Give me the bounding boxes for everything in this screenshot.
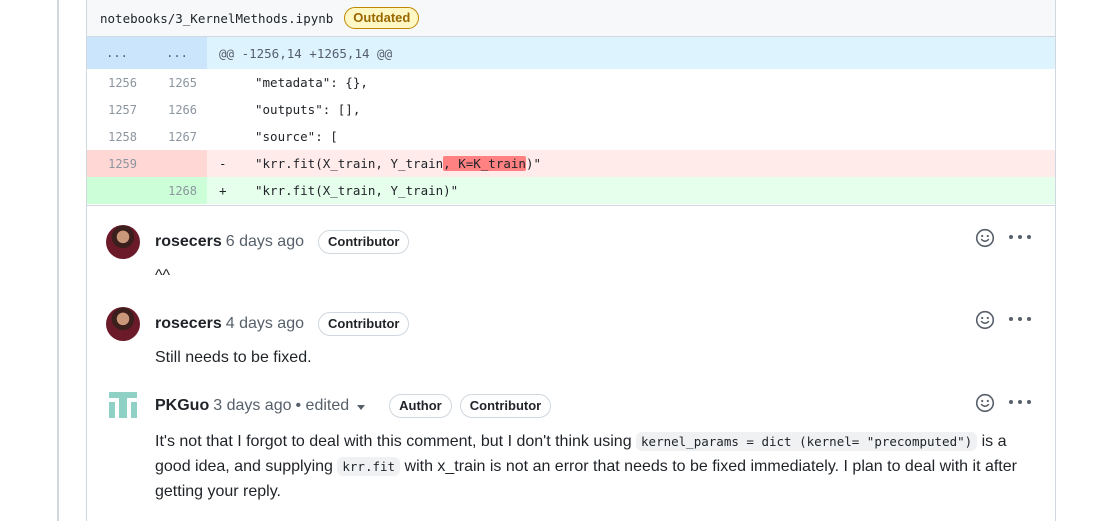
comment-body: Still needs to be fixed. <box>155 349 312 366</box>
comment-author[interactable]: rosecers <box>155 315 222 333</box>
contributor-label: Contributor <box>318 230 410 254</box>
old-line-number[interactable]: 1259 <box>87 150 147 177</box>
expand-new-lines[interactable]: ... <box>147 37 207 69</box>
old-line-number[interactable]: 1257 <box>87 96 147 123</box>
contributor-label: Contributor <box>318 312 410 336</box>
contributor-label: Contributor <box>459 394 552 418</box>
edited-label: • edited <box>295 397 350 414</box>
smiley-icon[interactable] <box>975 310 995 330</box>
old-line-number[interactable]: 1256 <box>87 69 147 96</box>
review-comment: rosecers 4 days ago Contributor Still ne… <box>87 288 1055 374</box>
avatar[interactable] <box>106 307 140 341</box>
old-line-number <box>87 177 147 204</box>
line-code-tail: )" <box>525 156 542 171</box>
smiley-icon[interactable] <box>975 228 995 248</box>
deletion-sign: - <box>219 156 227 171</box>
comment-body: It's not that I forgot to deal with this… <box>155 429 1035 504</box>
new-line-number[interactable]: 1267 <box>147 123 207 150</box>
line-code: "krr.fit(X_train, Y_train <box>255 156 444 171</box>
outdated-badge: Outdated <box>344 7 420 29</box>
diff-line: 1257 1266 "outputs": [], <box>87 96 1055 123</box>
edit-history-dropdown[interactable]: • edited <box>296 397 366 415</box>
file-path[interactable]: notebooks/3_KernelMethods.ipynb <box>100 11 333 26</box>
new-line-number[interactable]: 1268 <box>147 177 207 204</box>
comment-body: ^^ <box>155 267 171 284</box>
diff-line: 1258 1267 "source": [ <box>87 123 1055 150</box>
review-comment: PKGuo 3 days ago • edited Author Contrib… <box>87 372 1055 521</box>
new-line-number[interactable]: 1266 <box>147 96 207 123</box>
line-code: "krr.fit(X_train, Y_train)" <box>255 183 459 198</box>
comment-text: It's not that I forgot to deal with this… <box>155 433 637 450</box>
comment-author[interactable]: rosecers <box>155 233 222 251</box>
diff-line-deleted: 1259 - "krr.fit(X_train, Y_train, K=K_tr… <box>87 150 1055 177</box>
removed-text-highlight: , K=K_train <box>443 156 526 171</box>
review-thread-card: notebooks/3_KernelMethods.ipynb Outdated… <box>86 0 1056 521</box>
identicon-icon <box>109 392 137 418</box>
diff-hunk-header[interactable]: ... ... @@ -1256,14 +1265,14 @@ <box>87 37 1055 69</box>
avatar[interactable] <box>106 389 140 423</box>
comment-timestamp[interactable]: 3 days ago <box>213 397 291 415</box>
chevron-down-icon <box>357 404 366 410</box>
new-line-number <box>147 150 207 177</box>
timeline-line <box>57 0 59 521</box>
line-code: "source": [ <box>255 129 338 144</box>
diff-view: ... ... @@ -1256,14 +1265,14 @@ 1256 126… <box>87 37 1055 204</box>
inline-code: krr.fit <box>337 457 401 476</box>
avatar[interactable] <box>106 225 140 259</box>
kebab-horizontal-icon[interactable] <box>1009 235 1031 241</box>
kebab-horizontal-icon[interactable] <box>1009 400 1031 406</box>
smiley-icon[interactable] <box>975 393 995 413</box>
comment-timestamp[interactable]: 4 days ago <box>226 315 304 333</box>
kebab-horizontal-icon[interactable] <box>1009 317 1031 323</box>
diff-line-added: 1268 + "krr.fit(X_train, Y_train)" <box>87 177 1055 204</box>
review-comment: rosecers 6 days ago Contributor ^^ <box>87 205 1055 285</box>
addition-sign: + <box>219 183 227 198</box>
expand-old-lines[interactable]: ... <box>87 37 147 69</box>
old-line-number[interactable]: 1258 <box>87 123 147 150</box>
inline-code: kernel_params = dict (kernel= "precomput… <box>636 432 978 451</box>
new-line-number[interactable]: 1265 <box>147 69 207 96</box>
line-code: "metadata": {}, <box>255 75 368 90</box>
file-header: notebooks/3_KernelMethods.ipynb Outdated <box>87 0 1055 37</box>
line-code: "outputs": [], <box>255 102 361 117</box>
hunk-header-text: @@ -1256,14 +1265,14 @@ <box>219 45 393 61</box>
author-label: Author <box>389 394 452 418</box>
diff-line: 1256 1265 "metadata": {}, <box>87 69 1055 96</box>
comment-timestamp[interactable]: 6 days ago <box>226 233 304 251</box>
comment-author[interactable]: PKGuo <box>155 397 209 415</box>
